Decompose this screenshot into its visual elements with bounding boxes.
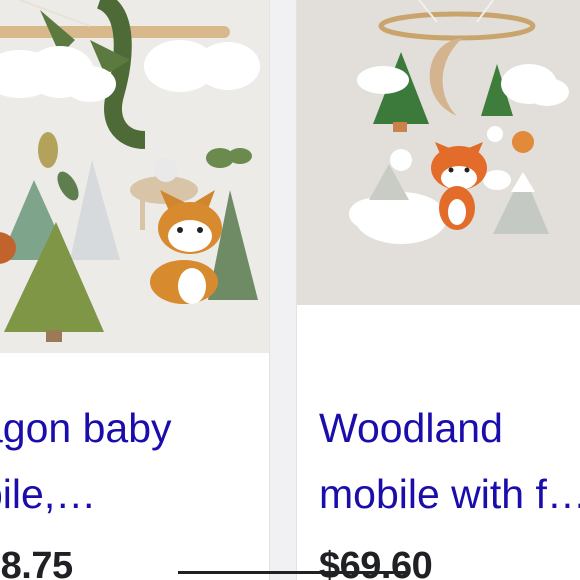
product-title-line: bile,…	[0, 471, 97, 517]
product-title-line: agon baby	[0, 405, 172, 451]
column-divider	[269, 0, 297, 580]
shopping-results-grid: agon baby bile,… 68.75	[0, 0, 580, 580]
dragon-mobile-image-icon	[0, 0, 269, 353]
product-title[interactable]: Woodland mobile with f…	[319, 395, 580, 527]
product-title-line: mobile with f…	[319, 471, 580, 517]
strikethrough-line	[178, 571, 410, 574]
product-title-line: Woodland	[319, 405, 503, 451]
product-card[interactable]: Woodland mobile with f… $69.60	[297, 0, 580, 580]
product-price: $69.60	[319, 545, 433, 580]
product-image[interactable]	[297, 0, 580, 305]
product-title[interactable]: agon baby bile,…	[0, 395, 172, 527]
product-card[interactable]: agon baby bile,… 68.75	[0, 0, 269, 580]
woodland-mobile-image-icon	[297, 0, 580, 305]
product-image[interactable]	[0, 0, 269, 353]
product-price: 68.75	[0, 545, 73, 580]
